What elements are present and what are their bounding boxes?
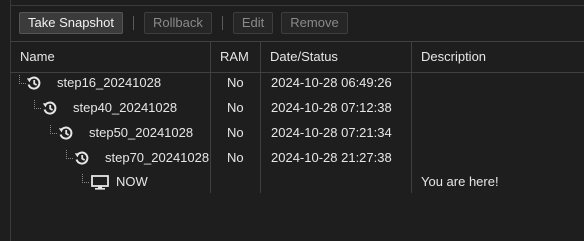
snapshot-name: step50_20241028	[89, 125, 194, 140]
table-row-current[interactable]: NOW You are here!	[10, 169, 584, 194]
snapshot-name: step70_20241028	[105, 150, 210, 165]
column-header-ram[interactable]: RAM	[210, 42, 260, 72]
take-snapshot-button[interactable]: Take Snapshot	[19, 12, 124, 34]
column-header-description[interactable]: Description	[411, 42, 581, 72]
snapshot-tree-grid: Name RAM Date/Status Description step16_…	[10, 41, 584, 241]
remove-button[interactable]: Remove	[281, 12, 348, 34]
table-row[interactable]: step50_20241028 No 2024-10-28 07:21:34	[10, 120, 584, 145]
toolbar-separator	[133, 16, 135, 30]
table-row[interactable]: step16_20241028 No 2024-10-28 06:49:26	[10, 70, 584, 95]
snapshot-name: step40_20241028	[73, 100, 178, 115]
tree-connector	[82, 174, 89, 183]
rollback-button[interactable]: Rollback	[144, 12, 212, 34]
toolbar-separator	[221, 16, 223, 30]
snapshot-name: step16_20241028	[57, 75, 162, 90]
snapshot-ram: No	[227, 100, 244, 115]
snapshot-ram: No	[227, 150, 244, 165]
tree-connector	[50, 125, 57, 134]
tree-connector	[34, 100, 41, 109]
table-row[interactable]: step70_20241028 No 2024-10-28 21:27:38	[10, 145, 584, 170]
tree-connector	[66, 150, 73, 159]
snapshot-ram: No	[227, 125, 244, 140]
snapshot-history-icon	[58, 126, 73, 140]
grid-header: Name RAM Date/Status Description	[10, 42, 584, 73]
snapshot-date: 2024-10-28 07:21:34	[271, 125, 392, 140]
snapshot-name: NOW	[116, 174, 148, 189]
snapshot-history-icon	[26, 76, 41, 90]
snapshot-date: 2024-10-28 06:49:26	[271, 75, 392, 90]
snapshot-description: You are here!	[421, 174, 499, 189]
edit-button[interactable]: Edit	[232, 12, 274, 34]
tree-connector	[19, 75, 26, 84]
snapshot-date: 2024-10-28 07:12:38	[271, 100, 392, 115]
monitor-icon	[91, 175, 109, 190]
snapshot-history-icon	[42, 101, 57, 115]
column-header-date-status[interactable]: Date/Status	[260, 42, 410, 72]
table-row[interactable]: step40_20241028 No 2024-10-28 07:12:38	[10, 95, 584, 120]
snapshot-ram: No	[227, 75, 244, 90]
snapshot-date: 2024-10-28 21:27:38	[271, 150, 392, 165]
snapshot-history-icon	[74, 151, 89, 165]
panel-border-top	[10, 5, 584, 6]
column-header-name[interactable]: Name	[10, 42, 210, 72]
toolbar: Take Snapshot Rollback Edit Remove	[19, 11, 348, 35]
